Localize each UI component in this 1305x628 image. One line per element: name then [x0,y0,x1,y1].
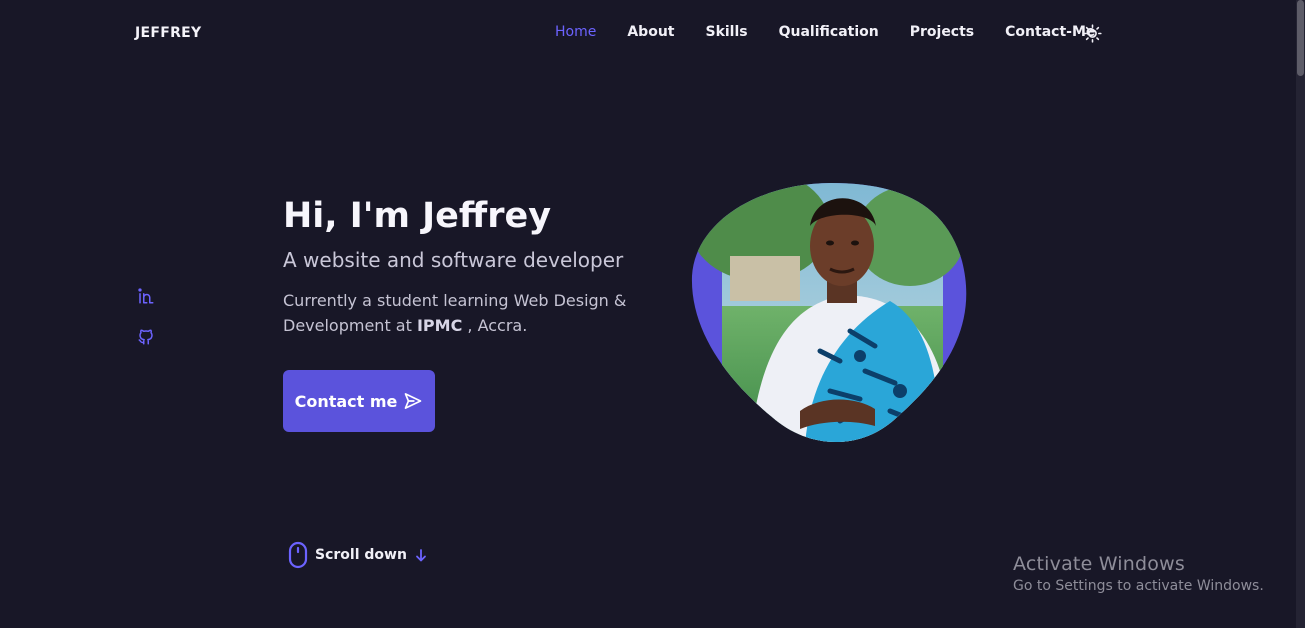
sun-icon[interactable] [1083,24,1102,43]
nav-qualification[interactable]: Qualification [779,24,879,40]
watermark-subtitle: Go to Settings to activate Windows. [1013,578,1264,594]
scrollbar-track[interactable] [1296,0,1305,628]
scroll-down-label: Scroll down [315,547,407,563]
logo[interactable]: JEFFREY [135,25,201,41]
contact-me-label: Contact me [294,391,398,411]
arrow-down-icon [416,548,426,561]
activate-windows-watermark: Activate Windows Go to Settings to activ… [1013,553,1264,594]
main-nav: Home About Skills Qualification Projects… [555,24,1126,40]
profile-image-blob [690,181,972,445]
social-links [137,287,159,369]
watermark-title: Activate Windows [1013,553,1185,575]
hero-title: Hi, I'm Jeffrey [283,196,552,236]
nav-contact-me[interactable]: Contact-Me [1005,24,1095,40]
nav-skills[interactable]: Skills [705,24,747,40]
hero-description-suffix: , Accra. [462,316,528,335]
scroll-down[interactable]: Scroll down [288,541,427,569]
scrollbar-thumb[interactable] [1297,0,1304,76]
hero-subtitle: A website and software developer [283,248,624,272]
nav-home[interactable]: Home [555,24,596,40]
nav-about[interactable]: About [627,24,674,40]
linkedin-icon[interactable] [137,287,155,305]
github-icon[interactable] [137,328,155,346]
send-icon [405,393,422,409]
hero-description: Currently a student learning Web Design … [283,288,663,338]
mouse-icon [288,541,308,569]
nav-projects[interactable]: Projects [910,24,974,40]
hero-description-bold: IPMC [416,316,463,335]
contact-me-button[interactable]: Contact me [283,370,435,432]
header: JEFFREY Home About Skills Qualification … [0,0,1296,68]
